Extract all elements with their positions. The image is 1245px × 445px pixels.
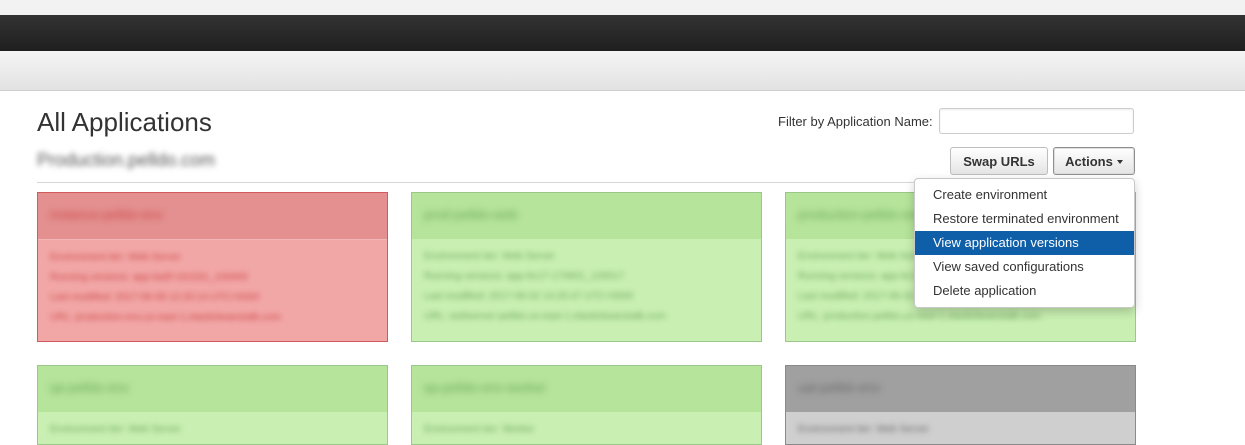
actions-dropdown-menu: Create environment Restore terminated en… [914,178,1135,308]
environment-detail: Environment tier: Web Server [424,251,555,262]
page-subtitle: Production.pelldo.com [37,150,216,170]
top-navbar [0,15,1245,51]
environment-card-header: prod-pelldo-web [412,193,761,239]
sub-navbar [0,51,1245,91]
environment-card-body: Environment tier: Web Server Running ver… [412,239,761,335]
environment-detail: Running versions: app-6c17-170601_120017 [424,271,625,282]
environment-detail: Running versions: app-6a0f-161031_100000 [50,272,248,283]
environment-name[interactable]: uat-pelldo-env [798,380,880,395]
environment-detail: Last modified: 2017-06-09 12:20:14 UTC+0… [50,292,260,303]
environment-card[interactable]: uat-pelldo-env Environment tier: Web Ser… [785,365,1136,445]
environment-detail: Last modified: 2017-06-02 14:20:47 UTC+0… [424,291,634,302]
environment-card[interactable]: instance-pelldo-env Environment tier: We… [37,192,388,342]
environment-url[interactable]: URL: production-pelldo.us-east-1.elastic… [798,307,1123,327]
menu-item-view-application-versions[interactable]: View application versions [915,231,1134,255]
environment-card-header: qa-pelldo-env-worker [412,366,761,412]
environment-name[interactable]: prod-pelldo-web [424,207,517,222]
environment-name[interactable]: qa-pelldo-env-worker [424,380,546,395]
environment-detail: Environment tier: Web Server [50,424,181,435]
menu-item-restore-terminated-environment[interactable]: Restore terminated environment [915,207,1134,231]
filter-application-name-input[interactable] [939,108,1134,134]
swap-urls-label: Swap URLs [963,153,1035,169]
menu-item-view-saved-configurations[interactable]: View saved configurations [915,255,1134,279]
environment-card-body: Environment tier: Web Server [786,412,1135,444]
menu-item-create-environment[interactable]: Create environment [915,183,1134,207]
environment-detail: Environment tier: Worker [424,424,535,435]
environment-card-body: Environment tier: Worker [412,412,761,444]
browser-top-strip [0,0,1245,15]
environment-name[interactable]: qa-pelldo-env [50,380,129,395]
actions-label: Actions [1065,153,1113,169]
environment-card[interactable]: qa-pelldo-env Environment tier: Web Serv… [37,365,388,445]
environment-name[interactable]: production-pelldo-env [798,207,923,222]
environment-card[interactable]: prod-pelldo-web Environment tier: Web Se… [411,192,762,342]
swap-urls-button[interactable]: Swap URLs [950,147,1048,175]
environment-card-body: Environment tier: Web Server Running ver… [38,240,387,336]
environment-url[interactable]: URL: webserver-pelldo.us-east-1.elasticb… [424,307,749,327]
environment-detail: Environment tier: Web Server [50,252,181,263]
environment-card-header: uat-pelldo-env [786,366,1135,412]
actions-button[interactable]: Actions [1053,147,1135,175]
environment-name[interactable]: instance-pelldo-env [50,207,163,222]
caret-down-icon [1116,160,1123,164]
filter-label: Filter by Application Name: [778,114,933,129]
environment-card[interactable]: qa-pelldo-env-worker Environment tier: W… [411,365,762,445]
environment-url[interactable]: URL: production-env.us-east-1.elasticbea… [50,308,375,328]
menu-item-delete-application[interactable]: Delete application [915,279,1134,303]
page-title: All Applications [37,107,212,137]
environment-detail: Environment tier: Web Server [798,424,929,435]
environment-card-header: qa-pelldo-env [38,366,387,412]
environment-card-body: Environment tier: Web Server [38,412,387,444]
environment-card-header: instance-pelldo-env [38,193,387,240]
